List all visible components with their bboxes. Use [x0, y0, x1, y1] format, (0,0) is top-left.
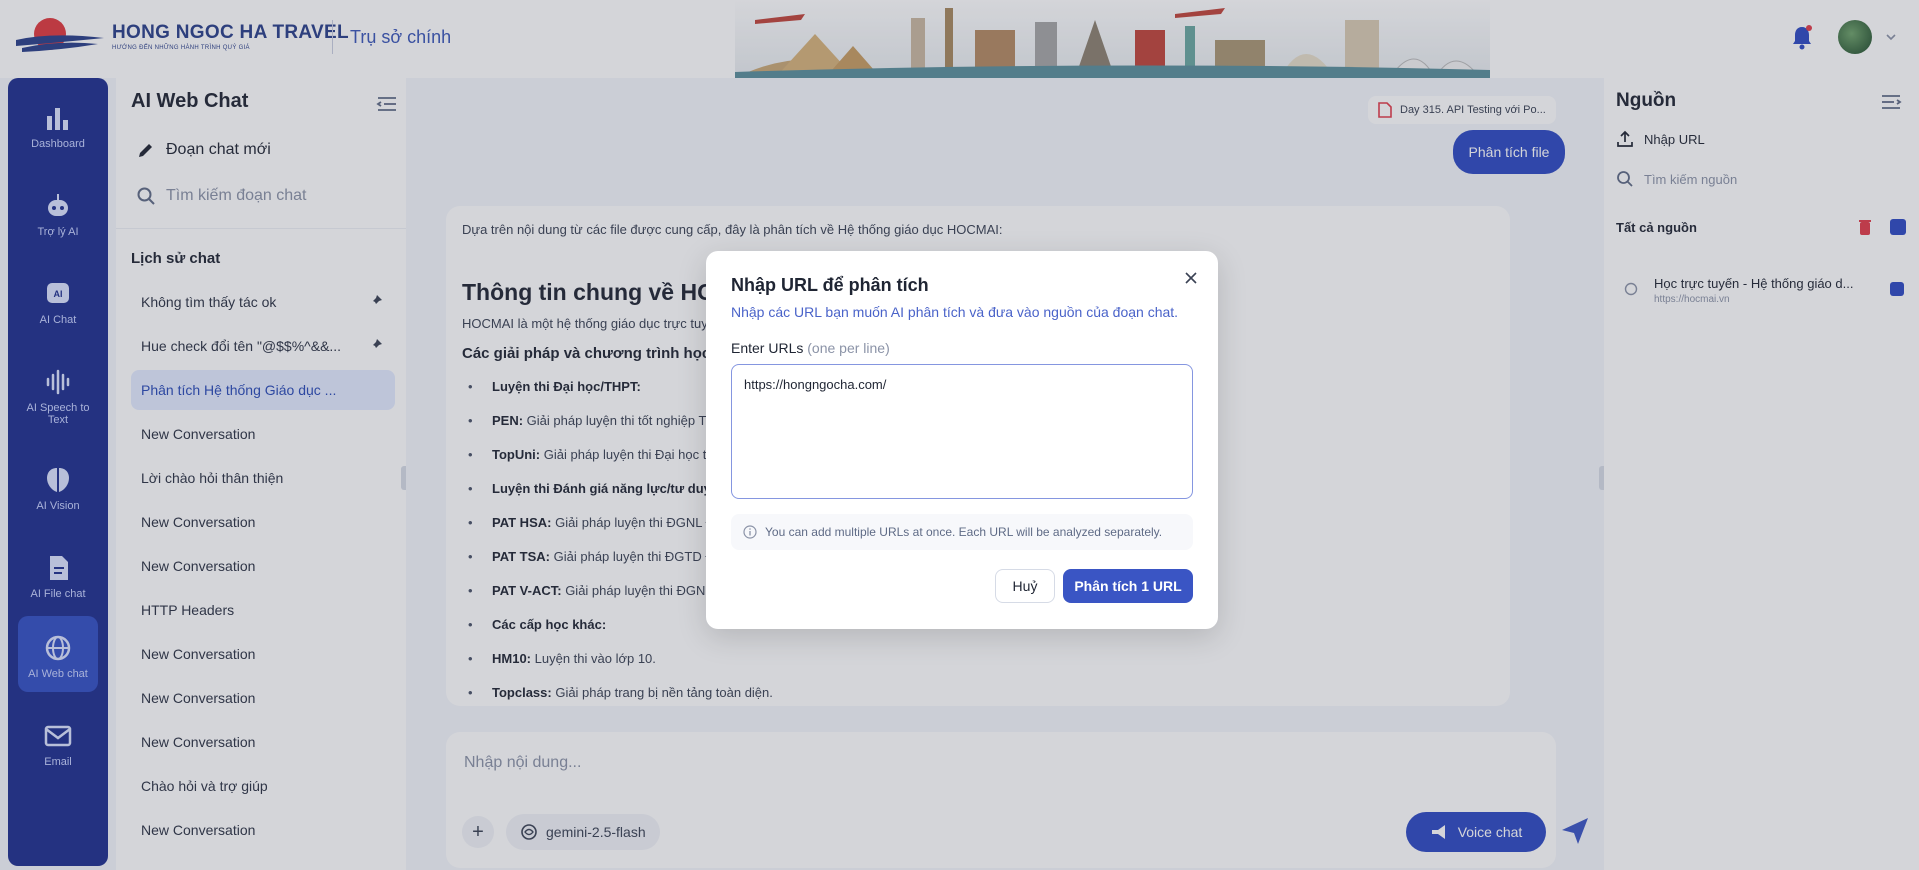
urls-textarea[interactable]: https://hongngocha.com/ — [731, 364, 1193, 499]
modal-subtitle: Nhập các URL bạn muốn AI phân tích và đư… — [731, 304, 1179, 320]
cancel-button[interactable]: Huỷ — [995, 569, 1055, 603]
close-icon[interactable] — [1184, 271, 1198, 285]
analyze-url-button[interactable]: Phân tích 1 URL — [1063, 569, 1193, 603]
info-note: You can add multiple URLs at once. Each … — [731, 514, 1193, 550]
info-text: You can add multiple URLs at once. Each … — [765, 525, 1163, 539]
urls-field-label: Enter URLs (one per line) — [731, 340, 890, 356]
info-icon — [743, 525, 757, 539]
urls-field-hint: (one per line) — [807, 340, 890, 356]
modal-title: Nhập URL để phân tích — [731, 275, 929, 295]
import-url-modal: Nhập URL để phân tích Nhập các URL bạn m… — [706, 251, 1218, 629]
